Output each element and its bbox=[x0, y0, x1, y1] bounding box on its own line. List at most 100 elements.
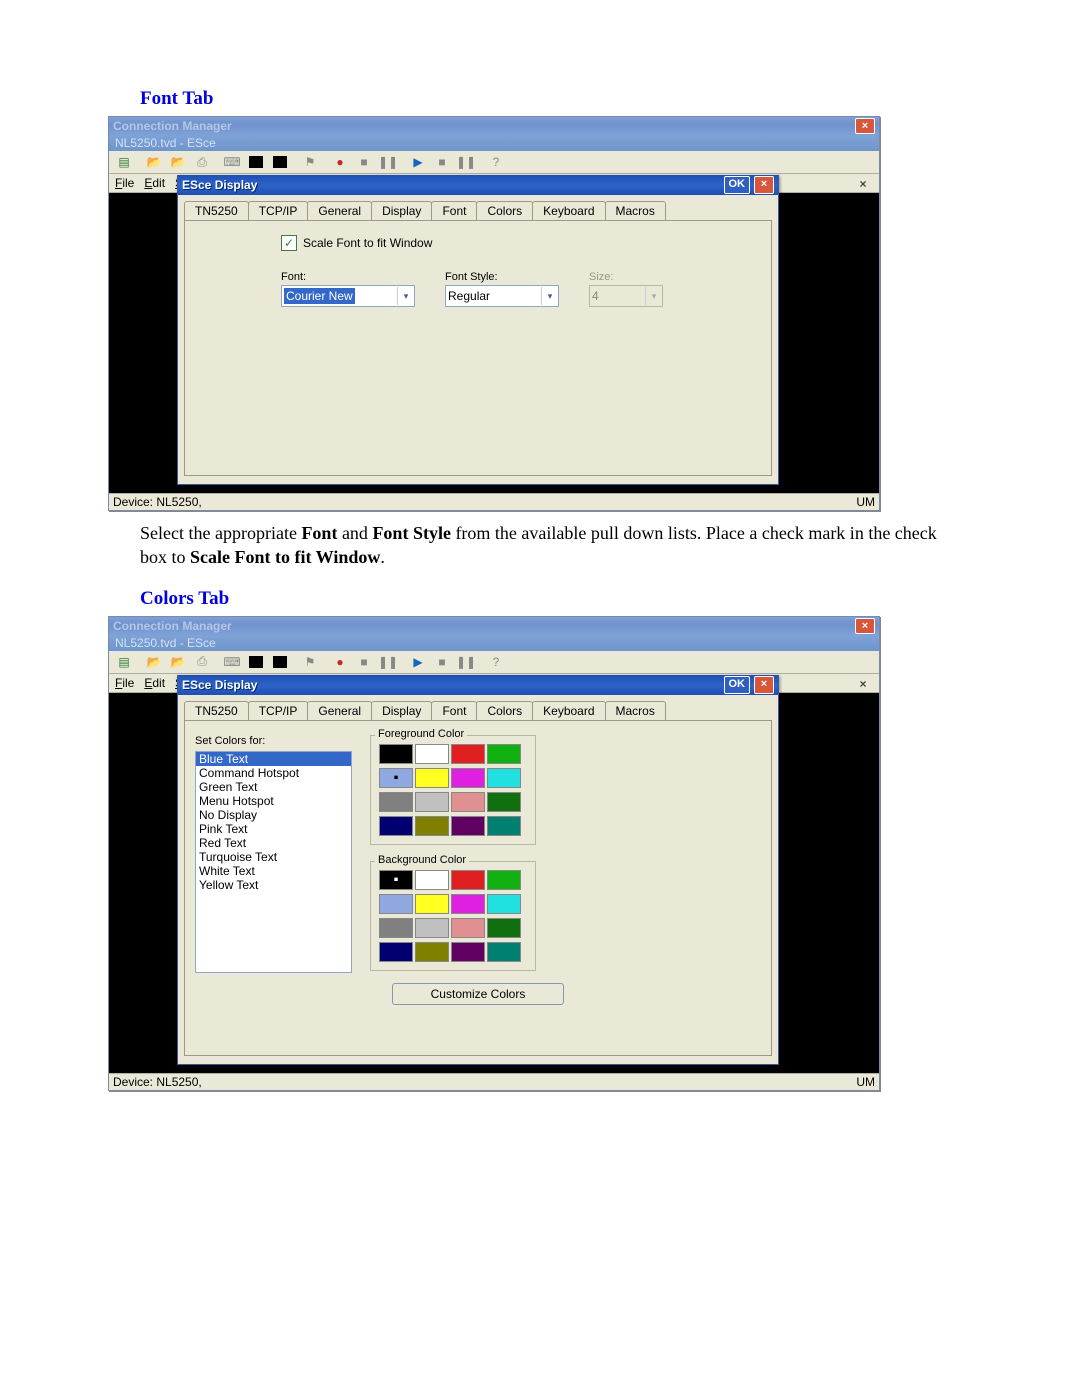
list-item[interactable]: No Display bbox=[196, 808, 351, 822]
play-icon[interactable]: ▶ bbox=[407, 152, 429, 172]
close-icon[interactable]: × bbox=[855, 118, 875, 134]
tab-tn5250[interactable]: TN5250 bbox=[184, 201, 249, 220]
open2-icon[interactable]: 📂 bbox=[167, 152, 189, 172]
color-swatch[interactable] bbox=[451, 870, 485, 890]
set-colors-listbox[interactable]: Blue TextCommand HotspotGreen TextMenu H… bbox=[195, 751, 352, 973]
record-icon[interactable]: ● bbox=[329, 652, 351, 672]
color-swatch[interactable] bbox=[379, 792, 413, 812]
tab-tcpip[interactable]: TCP/IP bbox=[248, 701, 309, 720]
tab-tcpip[interactable]: TCP/IP bbox=[248, 201, 309, 220]
background-swatches[interactable] bbox=[379, 870, 527, 962]
pause2-icon[interactable]: ❚❚ bbox=[455, 652, 477, 672]
scale-font-checkbox[interactable]: ✓ bbox=[281, 235, 297, 251]
tab-general[interactable]: General bbox=[307, 201, 372, 220]
menubar-close-icon[interactable]: × bbox=[853, 676, 873, 692]
stop2-icon[interactable]: ■ bbox=[431, 152, 453, 172]
foreground-swatches[interactable] bbox=[379, 744, 527, 836]
color-swatch[interactable] bbox=[415, 894, 449, 914]
color-swatch[interactable] bbox=[415, 768, 449, 788]
screen-icon[interactable] bbox=[245, 152, 267, 172]
stop-icon[interactable]: ■ bbox=[353, 652, 375, 672]
tab-display[interactable]: Display bbox=[371, 201, 432, 220]
kbd-icon[interactable]: ⌨ bbox=[221, 652, 243, 672]
menu-file[interactable]: File bbox=[115, 176, 134, 190]
color-swatch[interactable] bbox=[487, 870, 521, 890]
color-swatch[interactable] bbox=[415, 816, 449, 836]
list-item[interactable]: Red Text bbox=[196, 836, 351, 850]
list-item[interactable]: Green Text bbox=[196, 780, 351, 794]
color-swatch[interactable] bbox=[415, 918, 449, 938]
menu-file[interactable]: File bbox=[115, 676, 134, 690]
list-item[interactable]: White Text bbox=[196, 864, 351, 878]
tab-colors[interactable]: Colors bbox=[476, 701, 533, 720]
tab-font[interactable]: Font bbox=[431, 201, 477, 220]
list-item[interactable]: Pink Text bbox=[196, 822, 351, 836]
play-icon[interactable]: ▶ bbox=[407, 652, 429, 672]
list-item[interactable]: Yellow Text bbox=[196, 878, 351, 892]
help-icon[interactable]: ? bbox=[485, 652, 507, 672]
list-item[interactable]: Turquoise Text bbox=[196, 850, 351, 864]
flag-icon[interactable]: ⚑ bbox=[299, 652, 321, 672]
tab-macros[interactable]: Macros bbox=[605, 201, 666, 220]
color-swatch[interactable] bbox=[487, 942, 521, 962]
print-icon[interactable]: ⎙ bbox=[191, 152, 213, 172]
color-swatch[interactable] bbox=[379, 744, 413, 764]
list-item[interactable]: Menu Hotspot bbox=[196, 794, 351, 808]
stop-icon[interactable]: ■ bbox=[353, 152, 375, 172]
list-item[interactable]: Command Hotspot bbox=[196, 766, 351, 780]
menubar-close-icon[interactable]: × bbox=[853, 176, 873, 192]
font-style-combo[interactable]: Regular ▾ bbox=[445, 285, 559, 307]
tab-tn5250[interactable]: TN5250 bbox=[184, 701, 249, 720]
customize-colors-button[interactable]: Customize Colors bbox=[392, 983, 564, 1005]
connect-icon[interactable]: ▤ bbox=[113, 152, 135, 172]
dialog-close-icon[interactable]: × bbox=[754, 176, 774, 194]
flag-icon[interactable]: ⚑ bbox=[299, 152, 321, 172]
color-swatch[interactable] bbox=[415, 870, 449, 890]
connect-icon[interactable]: ▤ bbox=[113, 652, 135, 672]
screen-icon[interactable] bbox=[245, 652, 267, 672]
color-swatch[interactable] bbox=[451, 816, 485, 836]
dialog-close-icon[interactable]: × bbox=[754, 676, 774, 694]
color-swatch[interactable] bbox=[379, 942, 413, 962]
color-swatch[interactable] bbox=[451, 942, 485, 962]
tab-display[interactable]: Display bbox=[371, 701, 432, 720]
ok-button[interactable]: OK bbox=[724, 676, 751, 694]
help-icon[interactable]: ? bbox=[485, 152, 507, 172]
open2-icon[interactable]: 📂 bbox=[167, 652, 189, 672]
print-icon[interactable]: ⎙ bbox=[191, 652, 213, 672]
color-swatch[interactable] bbox=[487, 894, 521, 914]
ok-button[interactable]: OK bbox=[724, 176, 751, 194]
screen2-icon[interactable] bbox=[269, 652, 291, 672]
screen2-icon[interactable] bbox=[269, 152, 291, 172]
color-swatch[interactable] bbox=[415, 744, 449, 764]
tab-keyboard[interactable]: Keyboard bbox=[532, 201, 605, 220]
menu-edit[interactable]: Edit bbox=[144, 176, 165, 190]
color-swatch[interactable] bbox=[487, 816, 521, 836]
tab-general[interactable]: General bbox=[307, 701, 372, 720]
pause-icon[interactable]: ❚❚ bbox=[377, 152, 399, 172]
open-icon[interactable]: 📂 bbox=[143, 652, 165, 672]
color-swatch[interactable] bbox=[379, 768, 413, 788]
color-swatch[interactable] bbox=[379, 918, 413, 938]
tab-colors[interactable]: Colors bbox=[476, 201, 533, 220]
color-swatch[interactable] bbox=[487, 744, 521, 764]
color-swatch[interactable] bbox=[487, 792, 521, 812]
tab-font[interactable]: Font bbox=[431, 701, 477, 720]
color-swatch[interactable] bbox=[415, 792, 449, 812]
close-icon[interactable]: × bbox=[855, 618, 875, 634]
color-swatch[interactable] bbox=[451, 768, 485, 788]
list-item[interactable]: Blue Text bbox=[196, 752, 351, 766]
color-swatch[interactable] bbox=[379, 816, 413, 836]
tab-macros[interactable]: Macros bbox=[605, 701, 666, 720]
open-icon[interactable]: 📂 bbox=[143, 152, 165, 172]
color-swatch[interactable] bbox=[451, 744, 485, 764]
kbd-icon[interactable]: ⌨ bbox=[221, 152, 243, 172]
tab-keyboard[interactable]: Keyboard bbox=[532, 701, 605, 720]
color-swatch[interactable] bbox=[451, 894, 485, 914]
color-swatch[interactable] bbox=[487, 768, 521, 788]
pause-icon[interactable]: ❚❚ bbox=[377, 652, 399, 672]
pause2-icon[interactable]: ❚❚ bbox=[455, 152, 477, 172]
color-swatch[interactable] bbox=[487, 918, 521, 938]
color-swatch[interactable] bbox=[451, 792, 485, 812]
color-swatch[interactable] bbox=[451, 918, 485, 938]
